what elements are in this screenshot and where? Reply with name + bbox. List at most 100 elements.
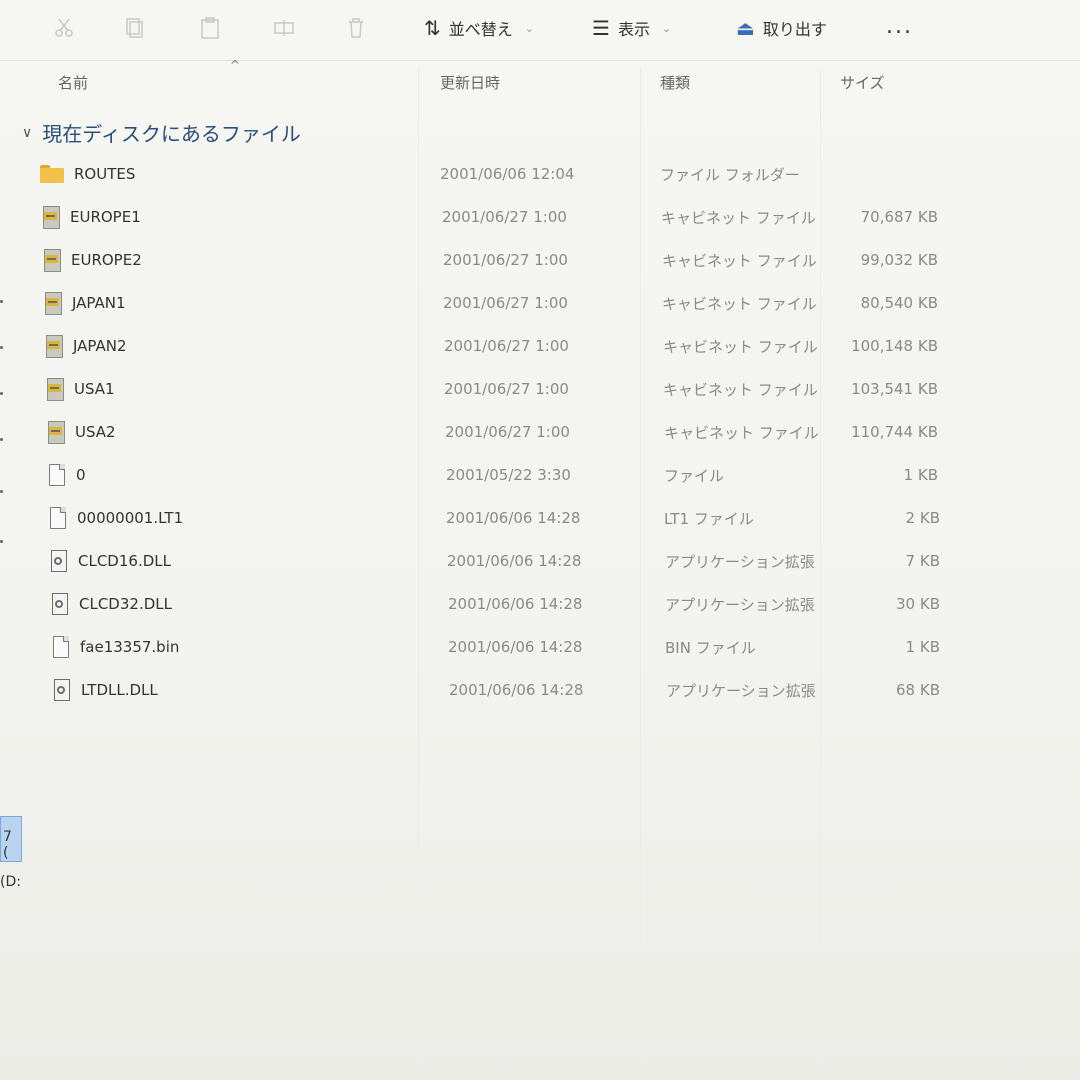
- group-header[interactable]: ∨ 現在ディスクにあるファイル: [22, 118, 301, 147]
- file-date: 2001/06/27 1:00: [442, 208, 567, 226]
- file-row[interactable]: CLCD16.DLL 2001/06/06 14:28 アプリケーション拡張 7…: [0, 543, 1000, 579]
- copy-icon[interactable]: [124, 16, 148, 40]
- eject-label: 取り出す: [762, 20, 827, 39]
- file-size: 2 KB: [905, 509, 940, 527]
- file-type: キャビネット ファイル: [664, 423, 819, 442]
- folder-icon: [40, 165, 64, 183]
- file-row[interactable]: EUROPE1 2001/06/27 1:00 キャビネット ファイル 70,6…: [0, 199, 1000, 235]
- file-name: JAPAN2: [73, 337, 127, 355]
- dll-icon: [53, 679, 71, 701]
- column-header-size[interactable]: サイズ: [840, 72, 885, 93]
- view-button[interactable]: ☰ 表示 ⌄: [592, 12, 671, 44]
- file-icon: [48, 464, 66, 486]
- file-size: 1 KB: [905, 638, 940, 656]
- nav-expand-icon[interactable]: [0, 490, 3, 493]
- view-list-icon: ☰: [592, 16, 610, 40]
- file-date: 2001/06/27 1:00: [443, 251, 568, 269]
- sort-ascending-icon: ^: [230, 58, 241, 72]
- eject-icon: ⏏: [736, 16, 755, 40]
- column-header-type[interactable]: 種類: [660, 72, 690, 93]
- sort-label: 並べ替え: [448, 20, 513, 39]
- file-date: 2001/06/06 14:28: [448, 638, 583, 656]
- file-name: EUROPE1: [70, 208, 141, 226]
- file-size: 70,687 KB: [860, 208, 938, 226]
- file-type: キャビネット ファイル: [663, 380, 818, 399]
- rename-icon[interactable]: [272, 16, 296, 40]
- file-row[interactable]: LTDLL.DLL 2001/06/06 14:28 アプリケーション拡張 68…: [0, 672, 1000, 708]
- file-name: JAPAN1: [72, 294, 126, 312]
- file-row[interactable]: USA1 2001/06/27 1:00 キャビネット ファイル 103,541…: [0, 371, 1000, 407]
- file-name: EUROPE2: [71, 251, 142, 269]
- file-size: 100,148 KB: [851, 337, 938, 355]
- cabinet-icon: [44, 292, 62, 315]
- view-label: 表示: [617, 20, 650, 39]
- file-date: 2001/06/27 1:00: [445, 423, 570, 441]
- file-date: 2001/06/27 1:00: [444, 337, 569, 355]
- file-type: キャビネット ファイル: [662, 251, 817, 270]
- file-row[interactable]: EUROPE2 2001/06/27 1:00 キャビネット ファイル 99,0…: [0, 242, 1000, 278]
- file-explorer-window: ⇅ 並べ替え ⌄ ☰ 表示 ⌄ ⏏ 取り出す ... ^ 名前 更新日時 種類 …: [0, 0, 1080, 1080]
- file-type: アプリケーション拡張: [665, 595, 815, 614]
- eject-button[interactable]: ⏏ 取り出す: [736, 12, 827, 44]
- sort-icon: ⇅: [424, 16, 441, 40]
- file-icon: [52, 636, 70, 658]
- file-row[interactable]: USA2 2001/06/27 1:00 キャビネット ファイル 110,744…: [0, 414, 1000, 450]
- cabinet-icon: [42, 206, 60, 229]
- sort-button[interactable]: ⇅ 並べ替え ⌄: [424, 12, 534, 44]
- file-row[interactable]: 00000001.LT1 2001/06/06 14:28 LT1 ファイル 2…: [0, 500, 1000, 536]
- file-size: 99,032 KB: [860, 251, 938, 269]
- file-row[interactable]: ROUTES 2001/06/06 12:04 ファイル フォルダー: [0, 156, 1000, 192]
- file-size: 80,540 KB: [860, 294, 938, 312]
- group-label: 現在ディスクにあるファイル: [42, 122, 301, 146]
- file-row[interactable]: 0 2001/05/22 3:30 ファイル 1 KB: [0, 457, 1000, 493]
- nav-expand-icon[interactable]: [0, 392, 3, 395]
- chevron-down-icon: ∨: [22, 124, 33, 141]
- file-name: 00000001.LT1: [77, 509, 184, 527]
- column-header-name[interactable]: 名前: [58, 72, 88, 93]
- chevron-down-icon: ⌄: [524, 21, 534, 35]
- file-name: 0: [76, 466, 86, 484]
- file-type: BIN ファイル: [665, 638, 756, 657]
- file-name: CLCD16.DLL: [78, 552, 171, 570]
- delete-icon[interactable]: [344, 16, 368, 40]
- more-options-button[interactable]: ...: [886, 14, 913, 39]
- file-row[interactable]: JAPAN2 2001/06/27 1:00 キャビネット ファイル 100,1…: [0, 328, 1000, 364]
- file-name: fae13357.bin: [80, 638, 180, 656]
- file-row[interactable]: fae13357.bin 2001/06/06 14:28 BIN ファイル 1…: [0, 629, 1000, 665]
- file-row[interactable]: CLCD32.DLL 2001/06/06 14:28 アプリケーション拡張 3…: [0, 586, 1000, 622]
- cabinet-icon: [47, 421, 65, 444]
- file-row[interactable]: JAPAN1 2001/06/27 1:00 キャビネット ファイル 80,54…: [0, 285, 1000, 321]
- paste-icon[interactable]: [198, 16, 222, 40]
- nav-expand-icon[interactable]: [0, 438, 3, 441]
- file-type: ファイル: [664, 466, 725, 485]
- file-icon: [49, 507, 67, 529]
- file-name: LTDLL.DLL: [81, 681, 158, 699]
- nav-item-drive[interactable]: (D:: [0, 874, 21, 890]
- file-name: USA1: [74, 380, 115, 398]
- file-date: 2001/06/06 14:28: [448, 595, 583, 613]
- file-type: ファイル フォルダー: [660, 165, 800, 184]
- file-name: USA2: [75, 423, 116, 441]
- dll-icon: [51, 593, 69, 615]
- nav-expand-icon[interactable]: [0, 300, 3, 303]
- cut-icon[interactable]: [52, 16, 76, 40]
- chevron-down-icon: ⌄: [661, 21, 672, 35]
- file-date: 2001/05/22 3:30: [446, 466, 571, 484]
- file-name: ROUTES: [74, 165, 136, 183]
- nav-expand-icon[interactable]: [0, 540, 3, 543]
- file-date: 2001/06/06 14:28: [446, 509, 581, 527]
- column-header-date[interactable]: 更新日時: [440, 72, 500, 93]
- file-size: 1 KB: [903, 466, 938, 484]
- file-date: 2001/06/06 14:28: [449, 681, 584, 699]
- file-size: 68 KB: [896, 681, 940, 699]
- file-date: 2001/06/27 1:00: [444, 380, 569, 398]
- nav-item-selected[interactable]: 7 (: [0, 816, 22, 862]
- cabinet-icon: [43, 249, 61, 272]
- file-size: 7 KB: [905, 552, 940, 570]
- file-type: キャビネット ファイル: [663, 337, 818, 356]
- file-date: 2001/06/06 12:04: [440, 165, 575, 183]
- nav-expand-icon[interactable]: [0, 346, 3, 349]
- file-size: 30 KB: [896, 595, 940, 613]
- file-size: 110,744 KB: [851, 423, 938, 441]
- file-date: 2001/06/06 14:28: [447, 552, 582, 570]
